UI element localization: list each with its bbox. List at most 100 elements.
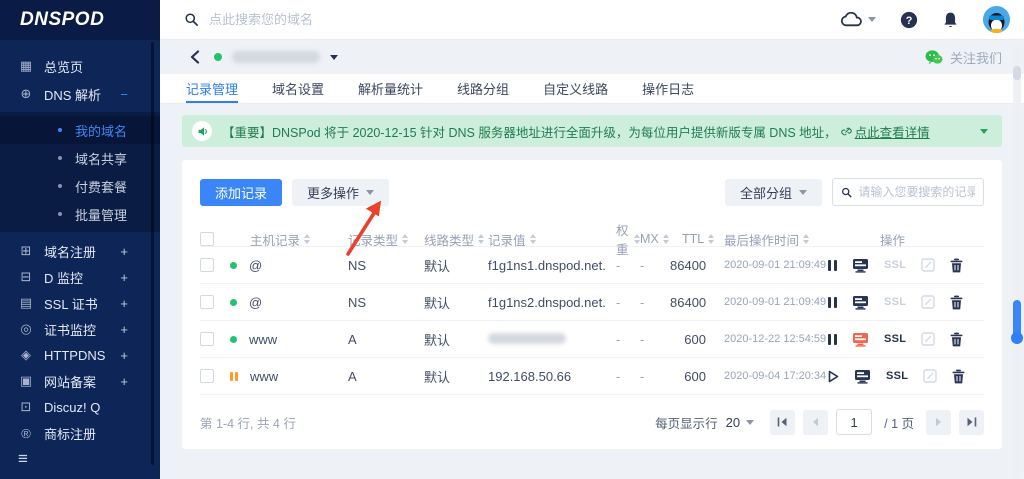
bell-icon[interactable]: [942, 11, 959, 29]
more-actions-button[interactable]: 更多操作: [292, 179, 389, 206]
tab-operation-logs[interactable]: 操作日志: [642, 74, 694, 103]
resume-record-icon[interactable]: [828, 370, 839, 383]
expand-icon[interactable]: +: [120, 374, 128, 389]
expand-icon[interactable]: +: [120, 348, 128, 363]
ssl-icon[interactable]: SSL: [884, 259, 906, 271]
domain-dropdown-icon[interactable]: [330, 55, 338, 60]
console-switch[interactable]: [840, 12, 876, 28]
next-page-button[interactable]: [926, 410, 951, 435]
delete-record-icon[interactable]: [952, 369, 965, 384]
back-icon[interactable]: [190, 50, 200, 64]
sidebar-item-ssl-cert[interactable]: ▤ SSL 证书 +: [0, 290, 160, 316]
row-checkbox[interactable]: [200, 258, 214, 272]
sidebar-item-dns[interactable]: ⊕ DNS 解析 −: [0, 80, 160, 108]
col-ttl[interactable]: TTL: [670, 232, 716, 246]
ssl-icon[interactable]: SSL: [886, 370, 908, 382]
edit-record-icon[interactable]: [921, 295, 935, 309]
first-page-button[interactable]: [770, 410, 795, 435]
tab-line-groups[interactable]: 线路分组: [457, 74, 509, 103]
select-all-checkbox[interactable]: [200, 232, 214, 246]
expand-icon[interactable]: +: [120, 244, 128, 259]
ssl-icon[interactable]: SSL: [884, 296, 906, 308]
sidebar-item-paid-plans[interactable]: 付费套餐: [0, 172, 160, 200]
tab-resolution-stats[interactable]: 解析量统计: [358, 74, 423, 103]
sidebar-item-icp-filing[interactable]: ▣ 网站备案 +: [0, 368, 160, 394]
node-icon: ◈: [18, 347, 34, 363]
monitor-icon[interactable]: [854, 369, 871, 384]
table-footer: 第 1-4 行, 共 4 行 每页显示行 20 / 1 页: [200, 394, 984, 435]
sidebar-item-trademark[interactable]: ® 商标注册: [0, 420, 160, 446]
sidebar-item-my-domains[interactable]: 我的域名: [0, 116, 160, 144]
tab-custom-lines[interactable]: 自定义线路: [543, 74, 608, 103]
monitor-alert-icon[interactable]: [852, 332, 869, 347]
notice-collapse-icon[interactable]: [980, 129, 988, 134]
row-checkbox[interactable]: [200, 332, 214, 346]
sidebar-item-cert-monitor[interactable]: ◎ 证书监控 +: [0, 316, 160, 342]
sidebar-item-domain-sharing[interactable]: 域名共享: [0, 144, 160, 172]
edit-record-icon[interactable]: [921, 332, 935, 346]
col-type[interactable]: 记录类型: [348, 230, 424, 249]
sidebar-item-d-monitor[interactable]: ⊟ D 监控 +: [0, 264, 160, 290]
monitor-icon[interactable]: [852, 258, 869, 273]
table-row: @ NS 默认 f1g1ns2.dnspod.net. - - 86400 20…: [200, 283, 984, 320]
col-line[interactable]: 线路类型: [424, 230, 488, 249]
page-total-label: / 1 页: [884, 413, 914, 432]
sidebar-item-domain-register[interactable]: ⊞ 域名注册 +: [0, 238, 160, 264]
page-scrollbar-track[interactable]: [1013, 48, 1021, 479]
group-filter-button[interactable]: 全部分组: [725, 179, 822, 206]
col-value[interactable]: 记录值: [488, 230, 608, 249]
edit-record-icon[interactable]: [923, 369, 937, 383]
add-record-button[interactable]: 添加记录: [200, 179, 282, 206]
ssl-icon[interactable]: SSL: [884, 333, 906, 345]
expand-icon[interactable]: +: [120, 270, 128, 285]
col-time[interactable]: 最后操作时间: [716, 230, 828, 249]
sidebar-scrollbar[interactable]: [151, 42, 154, 465]
link-icon: [841, 126, 852, 137]
expand-icon[interactable]: +: [120, 322, 128, 337]
chevron-down-icon: [799, 190, 807, 195]
tab-domain-settings[interactable]: 域名设置: [272, 74, 324, 103]
bullet-icon: [58, 128, 62, 132]
ttl-value: 600: [670, 332, 716, 347]
dnspod-console: DNSPOD ▦ 总览页 ⊕ DNS 解析 − 我的域名 域名共享: [0, 0, 1024, 479]
sidebar-item-overview[interactable]: ▦ 总览页: [0, 52, 160, 80]
sidebar-item-httpdns[interactable]: ◈ HTTPDNS +: [0, 342, 160, 368]
edit-record-icon[interactable]: [921, 258, 935, 272]
record-search-input[interactable]: [858, 185, 975, 199]
domain-search-input[interactable]: [209, 12, 509, 27]
prev-page-button[interactable]: [803, 410, 828, 435]
notice-detail-link[interactable]: 点此查看详情: [841, 122, 930, 141]
pause-record-icon[interactable]: [828, 297, 837, 308]
sidebar-item-batch-manage[interactable]: 批量管理: [0, 200, 160, 228]
delete-record-icon[interactable]: [950, 258, 963, 273]
row-checkbox[interactable]: [200, 369, 214, 383]
help-icon[interactable]: ?: [900, 11, 918, 29]
delete-record-icon[interactable]: [950, 295, 963, 310]
tab-record-manage[interactable]: 记录管理: [186, 74, 238, 103]
line-value: 默认: [424, 256, 488, 275]
content: 关注我们 记录管理 域名设置 解析量统计 线路分组 自定义线路 操作日志 【重要…: [160, 40, 1024, 479]
page-number-input[interactable]: [836, 409, 872, 435]
avatar[interactable]: [983, 6, 1010, 33]
expand-icon[interactable]: +: [120, 296, 128, 311]
pause-record-icon[interactable]: [828, 334, 837, 345]
menu-collapse-icon[interactable]: ≡: [18, 449, 28, 469]
col-weight[interactable]: 权重: [608, 220, 640, 258]
delete-record-icon[interactable]: [950, 332, 963, 347]
row-checkbox[interactable]: [200, 295, 214, 309]
collapse-icon[interactable]: −: [120, 87, 128, 102]
sidebar-subitem-label: 我的域名: [75, 121, 127, 140]
col-host[interactable]: 主机记录: [230, 230, 348, 249]
col-mx[interactable]: MX: [640, 232, 670, 246]
page-scrollbar-knob[interactable]: [1011, 332, 1023, 344]
last-page-button[interactable]: [959, 410, 984, 435]
follow-us[interactable]: 关注我们: [925, 48, 1002, 67]
per-page-select[interactable]: 20: [726, 415, 754, 430]
pause-record-icon[interactable]: [828, 260, 837, 271]
target-icon: ◎: [18, 321, 34, 337]
page-scrollbar-nub[interactable]: [1013, 66, 1021, 80]
sidebar-item-discuz[interactable]: ⊡ Discuz! Q: [0, 394, 160, 420]
cloud-icon: [840, 12, 863, 28]
domain-name-redacted[interactable]: [232, 51, 320, 63]
monitor-icon[interactable]: [852, 295, 869, 310]
